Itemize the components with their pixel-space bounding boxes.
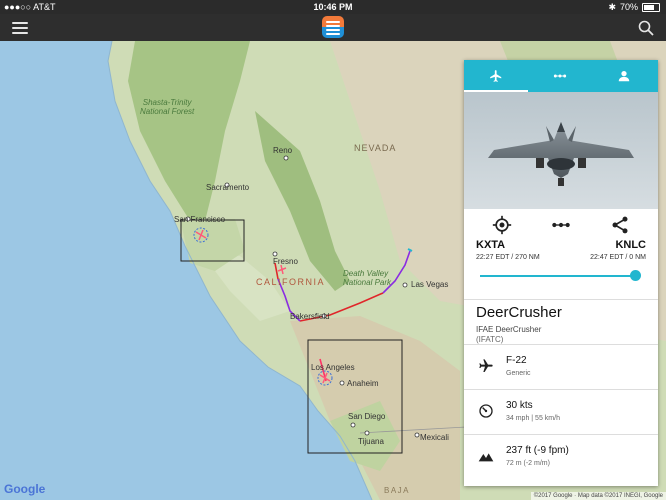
app-logo-icon xyxy=(322,16,344,38)
map-label-san-francisco: San Francisco xyxy=(174,215,226,224)
callsign: DeerCrusher xyxy=(476,304,562,321)
mountain-icon xyxy=(478,453,494,462)
map-label-bakersfield: Bakersfield xyxy=(290,312,330,321)
locate-target-icon[interactable] xyxy=(492,215,512,235)
map-label-tijuana: Tijuana xyxy=(358,437,384,446)
map-label-shasta: Shasta-Trinity National Forest xyxy=(140,98,195,116)
map-label-california: CALIFORNIA xyxy=(256,277,326,287)
flight-progress-knob[interactable] xyxy=(629,270,641,281)
menu-icon[interactable] xyxy=(12,22,28,34)
map-label-anaheim: Anaheim xyxy=(347,379,379,388)
pilot-identity: DeerCrusher IFAE DeerCrusher (IFATC) xyxy=(464,299,658,345)
flight-progress-track xyxy=(480,275,640,277)
airplane-icon xyxy=(479,359,493,372)
speedometer-icon xyxy=(479,404,493,418)
tab-flight[interactable] xyxy=(464,60,528,92)
map-label-san-diego: San Diego xyxy=(348,412,386,421)
aircraft-type: F-22 xyxy=(506,355,527,366)
map-label-sacramento: Sacramento xyxy=(206,183,250,192)
tab-route[interactable] xyxy=(528,60,592,92)
aircraft-row: F-22 Generic xyxy=(464,345,658,390)
f22-jet-image xyxy=(488,122,634,186)
share-icon[interactable] xyxy=(610,215,630,235)
speed-conversions: 34 mph | 55 km/h xyxy=(506,415,560,422)
map-label-death-valley: Death Valley National Park xyxy=(343,269,392,287)
map-label-fresno: Fresno xyxy=(273,257,298,266)
status-right: ✱ 70% xyxy=(608,0,660,14)
top-nav-bar xyxy=(0,14,666,41)
altitude-metric: 72 m (-2 m/m) xyxy=(506,460,550,467)
destination-airport: KNLC xyxy=(615,239,646,251)
map-label-mexicali: Mexicali xyxy=(420,433,449,442)
status-bar: ●●●○○ AT&T 10:46 PM ✱ 70% xyxy=(0,0,666,14)
destination-time-distance: 22:47 EDT / 0 NM xyxy=(590,254,646,261)
battery-percent: 70% xyxy=(619,2,638,12)
map-label-las-vegas: Las Vegas xyxy=(411,280,449,289)
card-tabs xyxy=(464,60,658,92)
person-icon xyxy=(618,71,630,82)
route-icon xyxy=(553,74,567,78)
ground-speed: 30 kts xyxy=(506,400,533,411)
map-label-reno: Reno xyxy=(273,146,293,155)
altitude: 237 ft (-9 fpm) xyxy=(506,445,569,456)
pilot-group: (IFATC) xyxy=(476,335,504,344)
google-logo: Google xyxy=(4,482,46,496)
flight-path-icon[interactable] xyxy=(551,215,571,235)
route-section: KXTA 22:27 EDT / 270 NM KNLC 22:47 EDT /… xyxy=(464,209,658,300)
battery-icon xyxy=(642,2,660,12)
speed-row: 30 kts 34 mph | 55 km/h xyxy=(464,390,658,435)
aircraft-livery: Generic xyxy=(506,370,531,377)
flight-info-card: KXTA 22:27 EDT / 270 NM KNLC 22:47 EDT /… xyxy=(464,60,658,486)
airplane-icon xyxy=(490,70,502,82)
clock: 10:46 PM xyxy=(313,2,353,12)
altitude-row: 237 ft (-9 fpm) 72 m (-2 m/m) xyxy=(464,435,658,479)
origin-airport: KXTA xyxy=(476,239,506,251)
pilot-name: IFAE DeerCrusher xyxy=(476,325,542,334)
aircraft-photo xyxy=(464,92,658,209)
map-label-los-angeles: Los Angeles xyxy=(311,363,355,372)
origin-time-distance: 22:27 EDT / 270 NM xyxy=(476,254,540,261)
map-label-nevada: NEVADA xyxy=(354,143,397,153)
map-attribution[interactable]: ©2017 Google · Map data ©2017 INEGI, Goo… xyxy=(530,492,666,500)
search-icon[interactable] xyxy=(638,20,654,36)
bluetooth-icon: ✱ xyxy=(608,2,616,12)
map-label-baja: BAJA xyxy=(384,486,411,495)
tab-pilot[interactable] xyxy=(592,60,656,92)
